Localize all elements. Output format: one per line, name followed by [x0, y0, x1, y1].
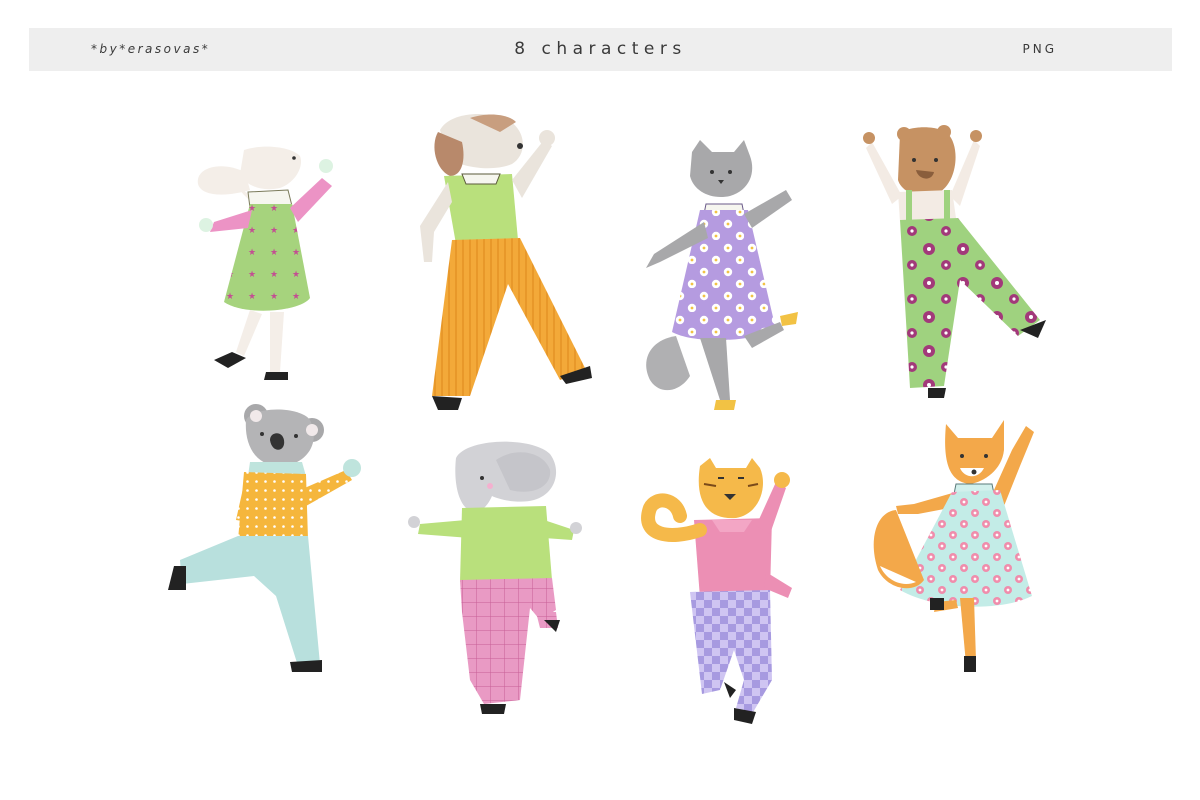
- fox-icon: [873, 420, 1034, 672]
- characters-illustration: ★: [168, 114, 1046, 724]
- koala-icon: [168, 404, 361, 672]
- cat-icon: [646, 140, 798, 410]
- elephant-icon: [408, 441, 582, 714]
- bear-icon: [863, 125, 1046, 398]
- tiger-icon: [641, 458, 792, 724]
- bunny-icon: [197, 146, 333, 380]
- dog-icon: [420, 114, 592, 410]
